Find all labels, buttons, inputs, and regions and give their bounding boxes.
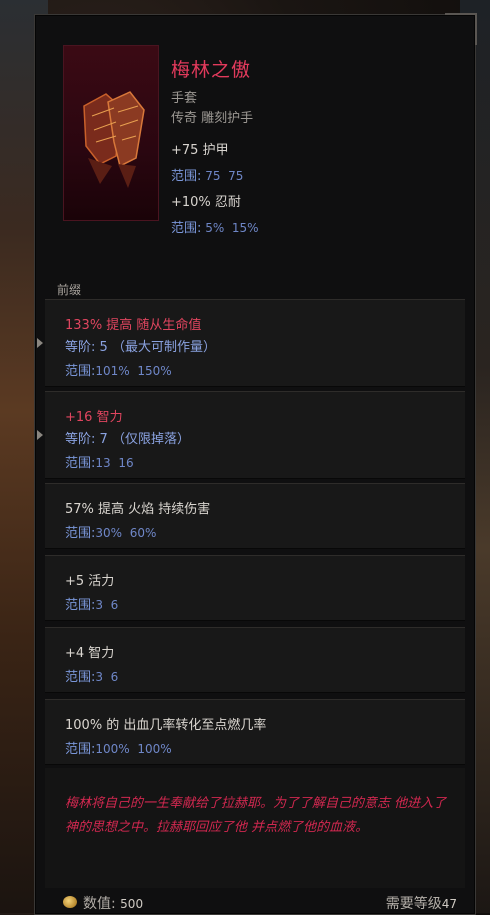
gauntlets-icon (63, 45, 159, 221)
item-name: 梅林之傲 (171, 59, 252, 81)
tooltip-footer: 数值: 500 需要等级47 (45, 890, 465, 914)
affix-stat: +16 智力 (65, 410, 123, 425)
affix-stat: +4 智力 (65, 646, 115, 661)
affix-row: +5 活力 范围:3 6 (45, 555, 465, 621)
lore-box: 梅林将自己的一生奉献给了拉赫耶。为了了解自己的意志 他进入了神的思想之中。拉赫耶… (45, 768, 465, 888)
level-requirement: 需要等级47 (385, 896, 457, 912)
affix-row: 57% 提高 火焰 持续伤害 范围:30% 60% (45, 483, 465, 549)
tooltip-header: 梅林之傲 手套 传奇 雕刻护手 +75 护甲 范围: 75 75 +10% 忍耐… (35, 15, 475, 283)
section-label-prefix: 前缀 (57, 283, 82, 297)
affix-tier: 等阶: 5 （最大可制作量） (65, 340, 216, 355)
affix-stat: +5 活力 (65, 574, 115, 589)
item-type: 手套 (171, 91, 198, 106)
lore-text: 梅林将自己的一生奉献给了拉赫耶。为了了解自己的意志 他进入了神的思想之中。拉赫耶… (65, 796, 447, 835)
affix-range: 范围:13 16 (65, 456, 134, 471)
affix-stat: 100% 的 出血几率转化至点燃几率 (65, 718, 267, 733)
affix-range: 范围:100% 100% (65, 742, 172, 757)
item-value: 数值: 500 (83, 896, 144, 912)
affix-row: 100% 的 出血几率转化至点燃几率 范围:100% 100% (45, 699, 465, 765)
implicit-range: 范围: 5% 15% (171, 221, 259, 236)
affix-marker-icon (37, 338, 43, 348)
implicit-stat: +10% 忍耐 (171, 195, 241, 210)
gold-coin-icon (63, 896, 77, 908)
affix-row: +16 智力 等阶: 7 （仅限掉落） 范围:13 16 (37, 391, 465, 479)
item-rarity-base: 传奇 雕刻护手 (171, 111, 254, 126)
affix-row: +4 智力 范围:3 6 (45, 627, 465, 693)
affix-tier: 等阶: 7 （仅限掉落） (65, 432, 190, 447)
affix-range: 范围:30% 60% (65, 526, 157, 541)
affix-range: 范围:3 6 (65, 598, 119, 613)
affix-row: 133% 提高 随从生命值 等阶: 5 （最大可制作量） 范围:101% 150… (37, 299, 465, 387)
affix-range: 范围:101% 150% (65, 364, 172, 379)
implicit-range: 范围: 75 75 (171, 169, 244, 184)
affix-range: 范围:3 6 (65, 670, 119, 685)
affix-marker-icon (37, 430, 43, 440)
implicit-stat: +75 护甲 (171, 143, 229, 158)
item-tooltip: 梅林之傲 手套 传奇 雕刻护手 +75 护甲 范围: 75 75 +10% 忍耐… (34, 13, 477, 915)
affix-stat: 133% 提高 随从生命值 (65, 318, 202, 333)
affix-stat: 57% 提高 火焰 持续伤害 (65, 502, 211, 517)
